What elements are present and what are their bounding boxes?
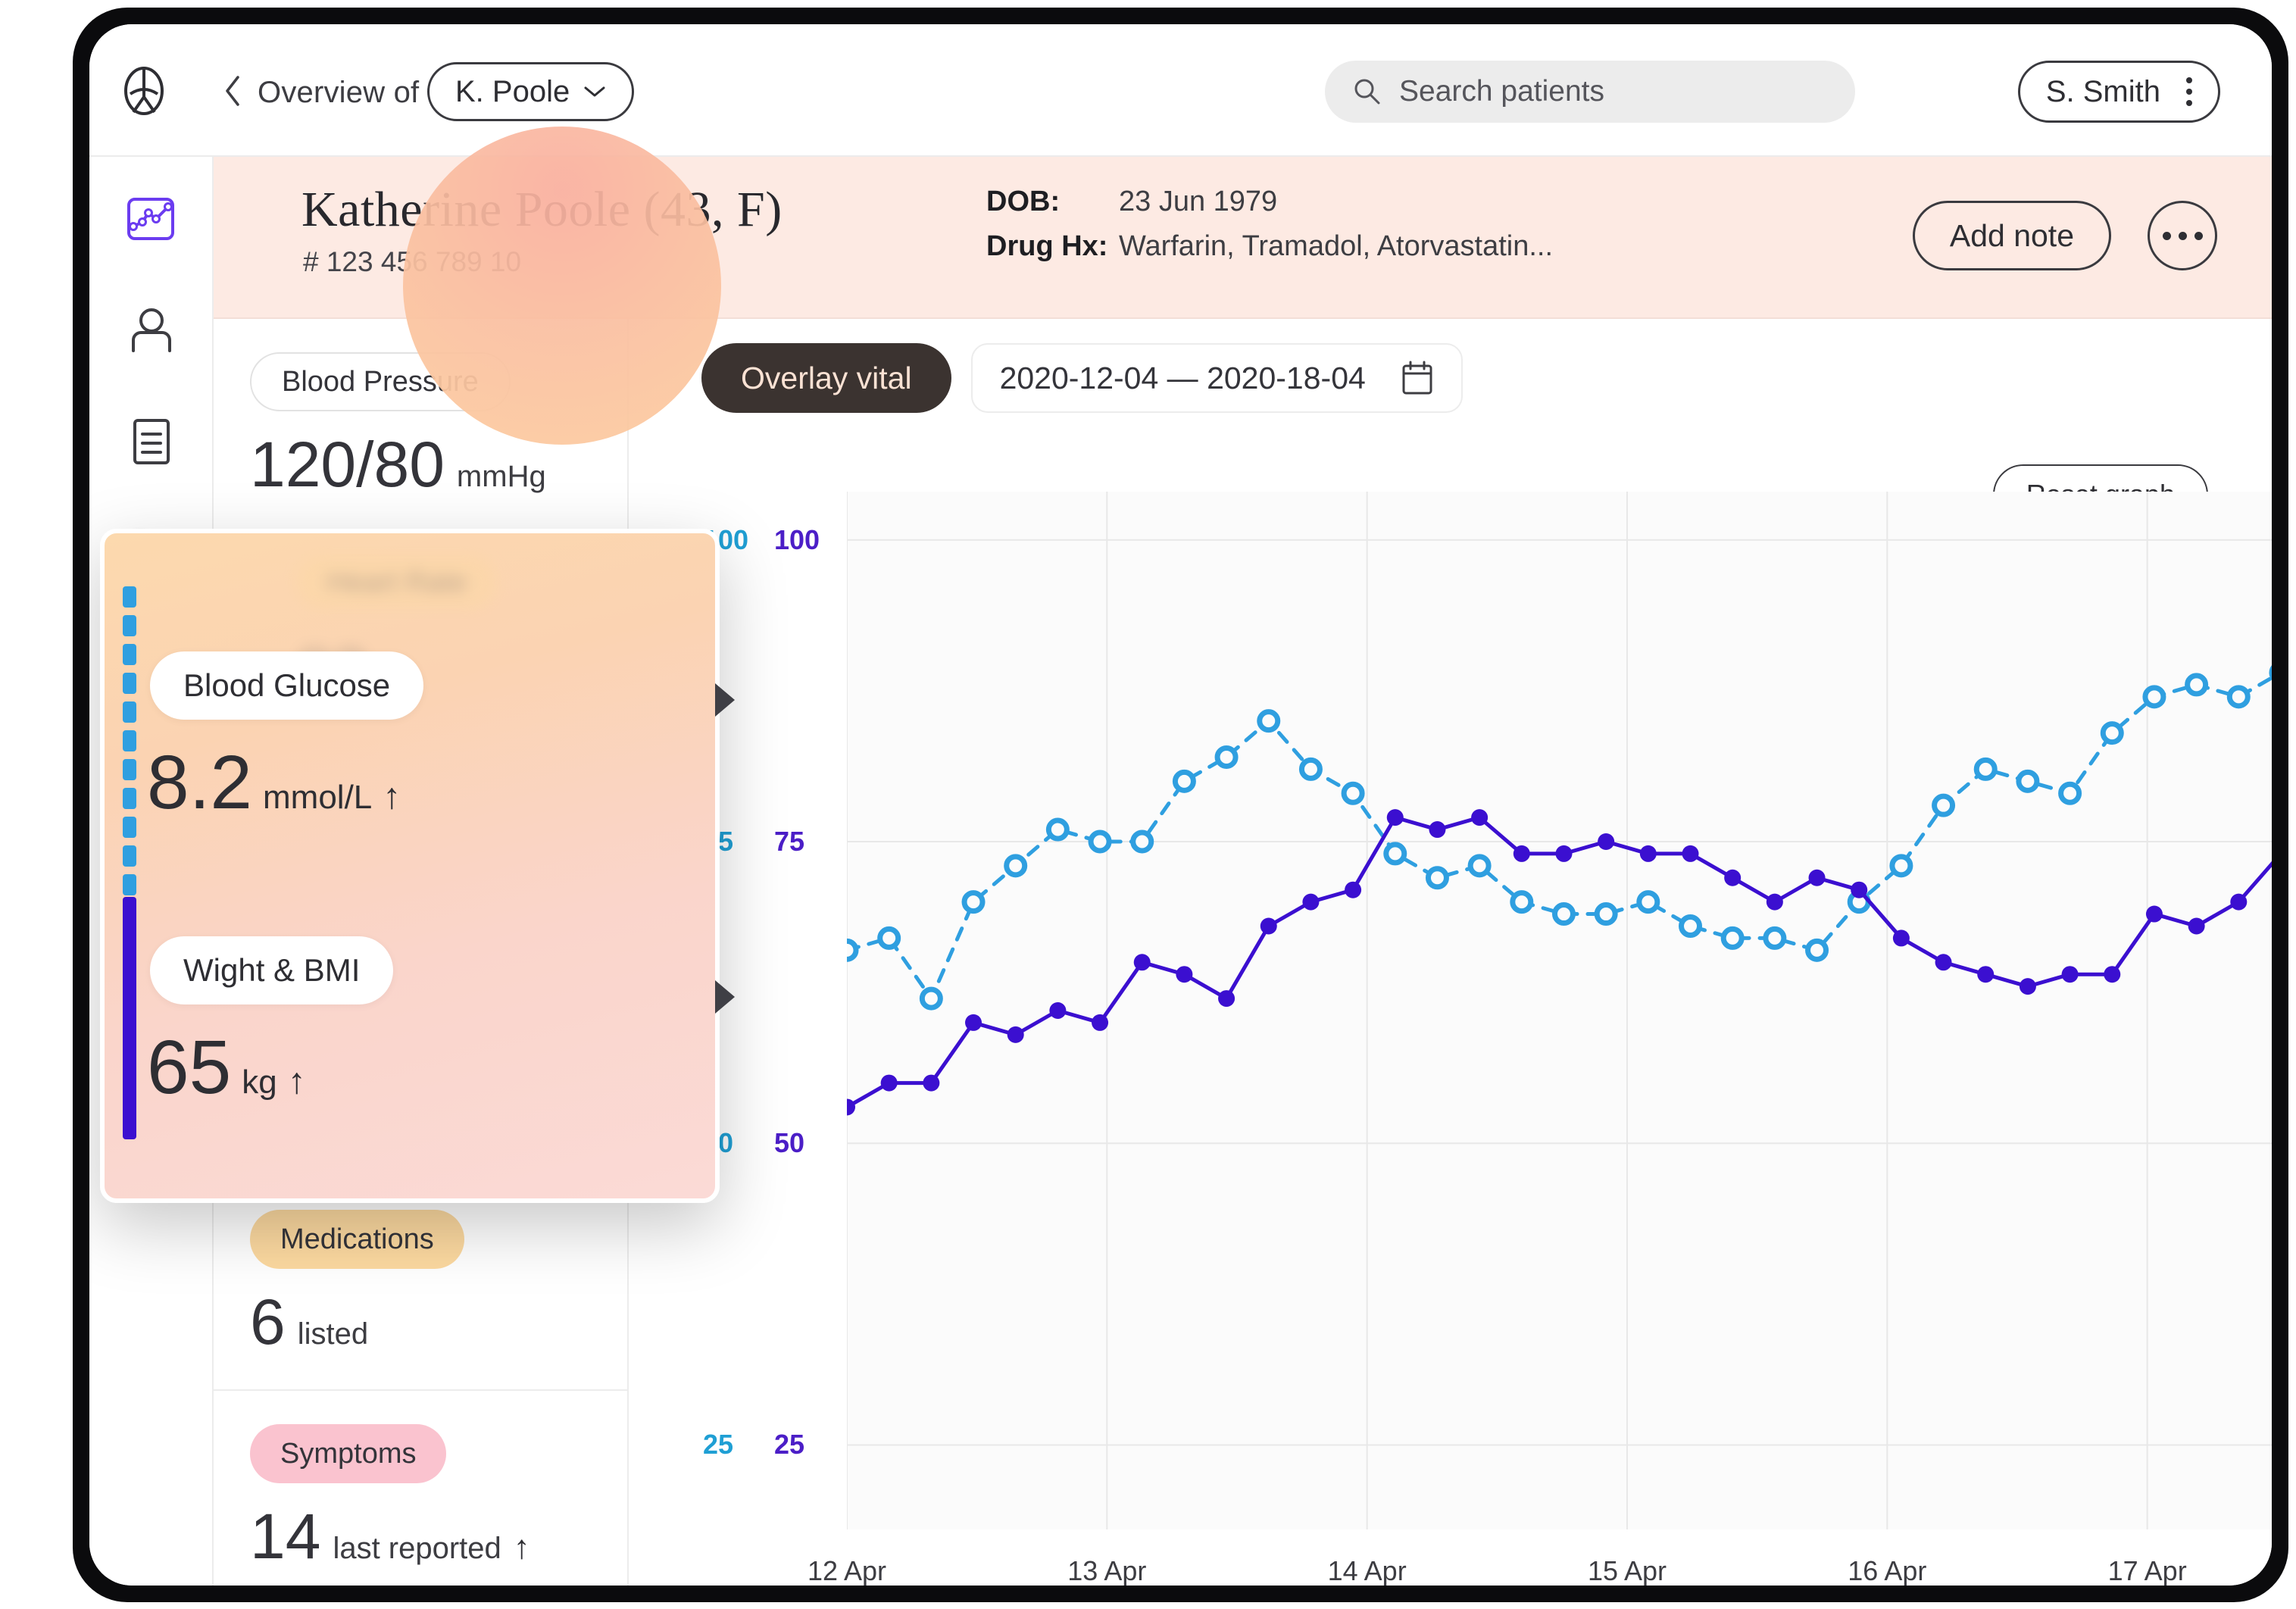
search-icon	[1354, 79, 1380, 105]
page-title: Katherine Poole (43, F)	[301, 182, 783, 237]
vital-unit: listed	[297, 1317, 369, 1351]
ghost-label: Heart Rate	[297, 556, 497, 609]
y-axis-right-tick: 50	[774, 1127, 805, 1159]
drug-hx-key: Drug Hx:	[986, 230, 1108, 262]
x-axis-tick: 12 Apr	[807, 1555, 887, 1586]
sidebar-item-charts[interactable]	[124, 193, 179, 248]
more-options-button[interactable]	[2148, 201, 2217, 270]
vital-value: 6	[250, 1286, 286, 1357]
chart-panel: Overlay vital 2020-12-04 — 2020-18-04 Re…	[629, 319, 2272, 1586]
dob-value: 23 Jun 1979	[1119, 186, 1278, 217]
dash-segment	[123, 615, 136, 636]
drug-hx-row: Drug Hx: Warfarin, Tramadol, Atorvastati…	[986, 230, 1553, 263]
popup-pointer-bottom-icon	[715, 980, 735, 1014]
dob-row: DOB: 23 Jun 1979	[986, 186, 1553, 218]
vital-value-row: 120/80 mmHg	[250, 428, 627, 501]
vitals-line-chart[interactable]: 255075100 255075100 12 Apr13 Apr14 Apr15…	[703, 492, 2272, 1586]
dash-segment	[123, 730, 136, 751]
patient-meta: DOB: 23 Jun 1979 Drug Hx: Warfarin, Tram…	[986, 186, 1553, 275]
vital-label: Symptoms	[250, 1424, 447, 1483]
patient-id: # 123 456 789 10	[303, 246, 522, 277]
popup-glucose-value-row: 8.2 mmol/L ↑	[147, 739, 401, 826]
vital-value: 14	[250, 1501, 321, 1572]
x-axis-tick: 16 Apr	[1848, 1555, 1927, 1586]
tablet-device-frame: Overview of K. Poole Search patients S. …	[73, 8, 2288, 1602]
popup-weight-value-row: 65 kg ↑	[147, 1024, 306, 1111]
dash-segment	[123, 644, 136, 665]
add-note-button[interactable]: Add note	[1912, 201, 2111, 270]
vital-card-medications[interactable]: Medications 6 listed	[214, 1176, 627, 1391]
sidebar-item-notes[interactable]	[124, 414, 179, 469]
dob-key: DOB:	[986, 186, 1061, 217]
drug-hx-value: Warfarin, Tramadol, Atorvastatin...	[1119, 230, 1554, 262]
vital-value: 120/80	[250, 429, 445, 500]
dash-segment	[123, 845, 136, 867]
x-axis-tick: 15 Apr	[1587, 1555, 1667, 1586]
vital-unit: mmHg	[456, 460, 546, 493]
vital-label: Medications	[250, 1210, 464, 1269]
app-screen: Overview of K. Poole Search patients S. …	[89, 24, 2272, 1586]
search-placeholder-text: Search patients	[1399, 75, 1605, 108]
date-range-value: 2020-12-04 — 2020-18-04	[999, 360, 1366, 395]
search-input[interactable]: Search patients	[1325, 61, 1855, 123]
kebab-menu-icon[interactable]	[2186, 77, 2192, 106]
x-axis-tick: 13 Apr	[1067, 1555, 1147, 1586]
popup-glucose-value: 8.2	[147, 740, 253, 825]
dash-segment	[123, 817, 136, 838]
popup-weight-label[interactable]: Wight & BMI	[150, 936, 394, 1004]
calendar-icon	[1402, 361, 1432, 395]
sidebar-item-patient[interactable]	[124, 304, 179, 358]
vital-card-symptoms[interactable]: Symptoms 14 last reported ↑	[214, 1391, 627, 1586]
popup-glucose-label[interactable]: Blood Glucose	[150, 651, 424, 720]
user-name-label: S. Smith	[2045, 74, 2160, 108]
dash-segment	[123, 673, 136, 694]
y-axis-right-tick: 75	[774, 825, 805, 857]
vital-overlay-popup[interactable]: Heart Rate 82 Blood Glucose 8.2 mmol/L ↑…	[100, 529, 735, 1203]
popup-glucose-unit: mmol/L	[263, 779, 373, 816]
vital-unit: last reported	[333, 1532, 501, 1565]
vital-value-row: 14 last reported ↑	[250, 1500, 627, 1573]
patient-banner: Katherine Poole (43, F) # 123 456 789 10…	[214, 157, 2272, 319]
chart-toolbar: Overlay vital 2020-12-04 — 2020-18-04	[701, 343, 1463, 413]
overlay-vital-button[interactable]: Overlay vital	[701, 343, 951, 413]
dash-segment	[123, 759, 136, 780]
y-axis-right-tick: 100	[774, 523, 820, 555]
chevron-down-icon	[584, 86, 605, 97]
dash-segment	[123, 586, 136, 608]
chart-svg	[835, 492, 2272, 1529]
vital-value-row: 6 listed	[250, 1286, 627, 1359]
back-chevron-icon[interactable]	[224, 74, 241, 108]
dash-segment	[123, 701, 136, 723]
date-range-picker[interactable]: 2020-12-04 — 2020-18-04	[970, 343, 1463, 413]
y-axis-left-tick: 25	[703, 1429, 734, 1461]
popup-pointer-top-icon	[715, 683, 735, 717]
x-axis-tick: 17 Apr	[2107, 1555, 2187, 1586]
trend-up-icon: ↑	[513, 1529, 530, 1566]
vital-label: Blood Pressure	[250, 352, 511, 411]
x-axis-tick: 14 Apr	[1327, 1555, 1407, 1586]
breadcrumb-overview-label: Overview of	[258, 76, 420, 109]
popup-weight-value: 65	[147, 1025, 232, 1110]
user-menu-chip[interactable]: S. Smith	[2017, 61, 2220, 123]
solid-indicator-segment	[123, 897, 136, 1139]
trend-up-icon: ↑	[383, 776, 401, 817]
app-logo-icon	[124, 67, 164, 115]
y-axis-right-tick: 25	[774, 1429, 805, 1461]
popup-weight-unit: kg	[242, 1064, 277, 1101]
dash-segment	[123, 788, 136, 809]
trend-up-icon: ↑	[287, 1061, 306, 1101]
top-bar: Overview of K. Poole Search patients S. …	[89, 24, 2272, 157]
vital-card-blood-pressure[interactable]: Blood Pressure 120/80 mmHg	[214, 319, 627, 533]
patient-selector-chip[interactable]: K. Poole	[427, 62, 635, 121]
patient-chip-label: K. Poole	[455, 74, 570, 108]
dash-segment	[123, 874, 136, 895]
